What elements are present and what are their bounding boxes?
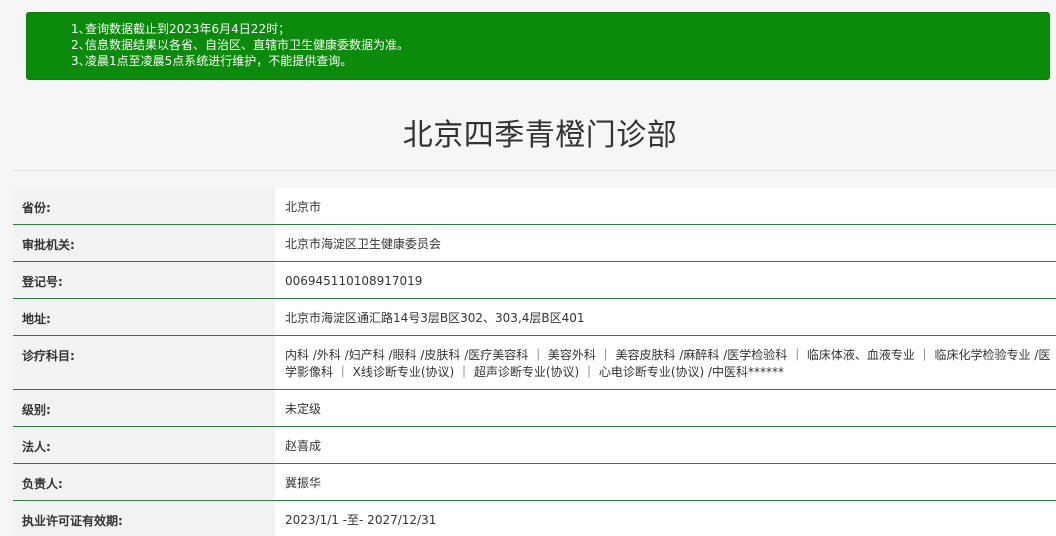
notice-number: 2、 [71,38,91,52]
page-title: 北京四季青橙门诊部 [402,118,678,153]
info-label: 省份: [13,188,275,224]
info-value: 北京市海淀区通汇路14号3层B区302、303,4层B区401 [285,311,585,325]
info-row-address: 地址: 北京市海淀区通汇路14号3层B区302、303,4层B区401 [13,299,1056,336]
info-label: 诊疗科目: [13,336,275,389]
info-label: 法人: [13,427,275,463]
notice-text: 凌晨1点至凌晨5点系统进行维护，不能提供查询。 [85,54,353,68]
info-value: 北京市海淀区卫生健康委员会 [285,237,442,251]
notice-number: 1、 [71,22,91,36]
notice-text: 信息数据结果以各省、自治区、直辖市卫生健康委数据为准。 [85,38,410,52]
info-label: 级别: [13,390,275,426]
notice-line: 3、 凌晨1点至凌晨5点系统进行维护，不能提供查询。 [71,53,1049,69]
info-row-level: 级别: 未定级 [13,390,1056,427]
info-label: 负责人: [13,464,275,500]
info-value: 006945110108917019 [285,274,423,288]
title-divider [13,170,1056,171]
info-table: 省份: 北京市 审批机关: 北京市海淀区卫生健康委员会 登记号: 0069451… [13,188,1056,536]
info-value: 北京市 [285,200,322,214]
info-row-departments: 诊疗科目: 内科 /外科 /妇产科 /眼科 /皮肤科 /医疗美容科 ｜ 美容外科… [13,336,1056,390]
info-label: 执业许可证有效期: [13,501,275,536]
info-row-registration-number: 登记号: 006945110108917019 [13,262,1056,299]
info-row-person-in-charge: 负责人: 冀振华 [13,464,1056,501]
notice-line: 2、 信息数据结果以各省、自治区、直辖市卫生健康委数据为准。 [71,37,1049,53]
info-label: 地址: [13,299,275,335]
info-value: 赵喜成 [285,439,322,453]
info-label: 登记号: [13,262,275,298]
info-row-legal-person: 法人: 赵喜成 [13,427,1056,464]
info-row-province: 省份: 北京市 [13,188,1056,225]
page: 1、 查询数据截止到2023年6月4日22时； 2、 信息数据结果以各省、自治区… [0,0,1056,536]
notice-line: 1、 查询数据截止到2023年6月4日22时； [71,21,1049,37]
info-value: 冀振华 [285,476,322,490]
info-row-license-validity: 执业许可证有效期: 2023/1/1 -至- 2027/12/31 [13,501,1056,536]
notice-banner: 1、 查询数据截止到2023年6月4日22时； 2、 信息数据结果以各省、自治区… [26,12,1050,80]
notice-number: 3、 [71,54,91,68]
info-row-approval-authority: 审批机关: 北京市海淀区卫生健康委员会 [13,225,1056,262]
info-value: 内科 /外科 /妇产科 /眼科 /皮肤科 /医疗美容科 ｜ 美容外科 ｜ 美容皮… [285,348,1051,379]
info-label: 审批机关: [13,225,275,261]
info-value: 2023/1/1 -至- 2027/12/31 [285,513,437,527]
info-value: 未定级 [285,402,322,416]
notice-text: 查询数据截止到2023年6月4日22时； [85,22,291,36]
